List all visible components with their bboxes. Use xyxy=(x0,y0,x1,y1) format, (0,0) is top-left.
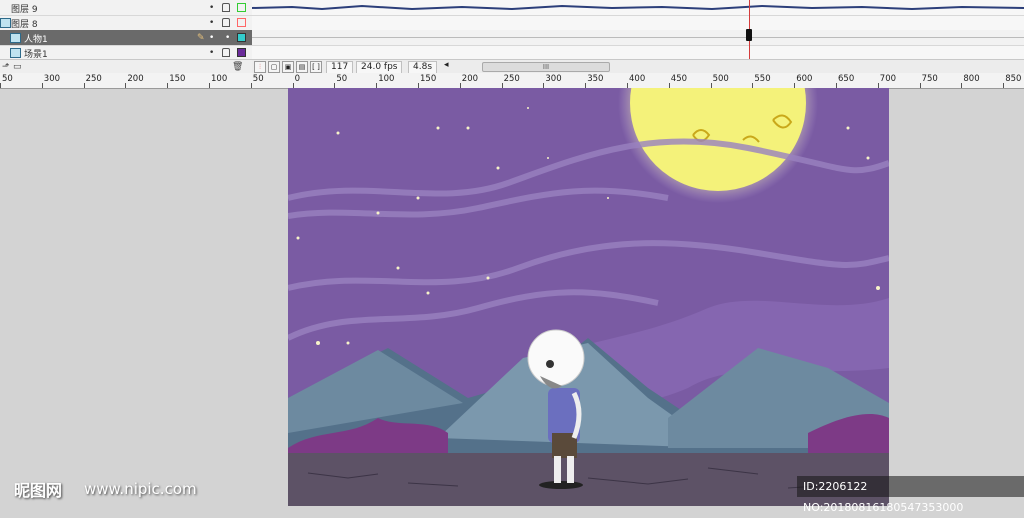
outline-color-swatch[interactable] xyxy=(237,48,246,57)
visibility-dot-icon[interactable]: • xyxy=(209,33,214,43)
ruler-label: 300 xyxy=(43,74,61,84)
ruler-label: 100 xyxy=(378,74,395,84)
ruler-label: 0 xyxy=(294,74,301,84)
waveform xyxy=(252,4,1024,11)
image-id-banner: ID:2206122 NO:20180816180547353000 xyxy=(797,476,1024,514)
ruler-label: 600 xyxy=(796,74,813,84)
ruler-label: 200 xyxy=(461,74,479,84)
ruler-tick xyxy=(1003,83,1005,88)
keyframe[interactable] xyxy=(746,29,752,41)
outline-color-swatch[interactable] xyxy=(237,18,246,27)
ruler-tick xyxy=(250,83,252,88)
ruler-label: 300 xyxy=(545,74,562,84)
ruler-label: 150 xyxy=(169,74,186,84)
frame-row[interactable] xyxy=(252,15,1024,31)
ruler-label: 450 xyxy=(670,74,688,84)
ruler-tick xyxy=(167,83,169,88)
delete-trash-icon[interactable]: 🗑 xyxy=(232,62,243,72)
frame-row[interactable] xyxy=(252,0,1024,16)
layer-row[interactable]: 图层 8 • xyxy=(0,15,252,31)
lock-dot-icon[interactable]: • xyxy=(225,33,230,43)
outline-color-swatch[interactable] xyxy=(237,3,246,12)
onion-skin-icon[interactable]: ▢ xyxy=(268,61,280,73)
ruler-label: 100 xyxy=(211,74,228,84)
scene-artwork xyxy=(288,88,889,506)
horizontal-ruler: 50 300 250 200 150 100 50 0 50 100 150 200 250 300 350… xyxy=(0,73,1024,89)
ruler-label: 150 xyxy=(420,74,437,84)
visibility-dot-icon[interactable]: • xyxy=(209,48,214,58)
layer-name: 人物1 xyxy=(24,35,48,45)
ruler-tick xyxy=(209,83,210,88)
new-layer-icon[interactable]: ⬏ xyxy=(2,62,10,72)
folder-icon[interactable] xyxy=(0,18,11,28)
ruler-tick xyxy=(41,83,43,88)
ruler-label: 650 xyxy=(838,74,855,84)
lock-icon[interactable] xyxy=(222,48,230,57)
layer-icon xyxy=(10,48,21,58)
ruler-label: 250 xyxy=(85,74,102,84)
layer-name: 图层 9 xyxy=(11,5,38,15)
timeline-status-bar: ⫶ ▢ ▣ ▤ [ ] 117 24.0 fps 4.8s ◂ III xyxy=(252,59,1024,74)
ruler-label: 750 xyxy=(921,74,938,84)
ruler-tick xyxy=(125,83,127,88)
ruler-label: 800 xyxy=(963,74,980,84)
ruler-label: 550 xyxy=(754,74,771,84)
layer-row-selected[interactable]: 人物1 ✎ • • xyxy=(0,30,252,46)
stage-canvas[interactable] xyxy=(288,88,889,506)
outline-color-swatch[interactable] xyxy=(237,33,246,42)
ruler-label: 250 xyxy=(503,74,520,84)
frame-row[interactable] xyxy=(252,30,1024,46)
layer-name: 图层 8 xyxy=(11,20,38,30)
ruler-label: 700 xyxy=(879,74,897,84)
edit-multiple-frames-icon[interactable]: ▤ xyxy=(296,61,308,73)
pencil-icon: ✎ xyxy=(197,33,205,43)
ruler-tick xyxy=(83,83,85,88)
new-folder-icon[interactable]: ▭ xyxy=(13,62,22,72)
ruler-label: 50 xyxy=(252,74,264,84)
visibility-dot-icon[interactable]: • xyxy=(209,3,214,13)
ruler-label: 50 xyxy=(2,74,13,84)
ruler-label: 350 xyxy=(587,74,604,84)
timeline-scrollbar[interactable]: III xyxy=(482,62,610,72)
scroll-left-icon[interactable]: ◂ xyxy=(444,60,449,70)
lock-icon[interactable] xyxy=(222,3,230,12)
layer-row[interactable]: 图层 9 • xyxy=(0,0,252,16)
ruler-label: 400 xyxy=(629,74,646,84)
layer-list: 图层 9 • 图层 8 • 人物1 ✎ • • 场景1 • ⬏ ▭ 🗑 xyxy=(0,0,253,74)
layer-icon xyxy=(10,33,21,43)
ruler-tick xyxy=(0,83,1,88)
ruler-tick xyxy=(919,83,921,88)
onion-outline-icon[interactable]: ▣ xyxy=(282,61,294,73)
frame-area[interactable] xyxy=(252,0,1024,61)
ruler-label: 50 xyxy=(336,74,348,84)
visibility-dot-icon[interactable]: • xyxy=(209,18,214,28)
ruler-label: 850 xyxy=(1005,74,1022,84)
site-url: www.nipic.com xyxy=(84,480,197,498)
lock-icon[interactable] xyxy=(222,18,230,27)
layer-tools: ⬏ ▭ 🗑 xyxy=(0,59,252,74)
site-logo: 昵图网 xyxy=(14,481,63,500)
ruler-tick xyxy=(961,83,963,88)
ruler-label: 500 xyxy=(712,74,729,84)
ruler-label: 200 xyxy=(127,74,144,84)
modify-markers-icon[interactable]: [ ] xyxy=(310,61,322,73)
timeline-panel: 图层 9 • 图层 8 • 人物1 ✎ • • 场景1 • ⬏ ▭ 🗑 ⫶ ▢ … xyxy=(0,0,1024,74)
center-frame-icon[interactable]: ⫶ xyxy=(254,61,266,73)
